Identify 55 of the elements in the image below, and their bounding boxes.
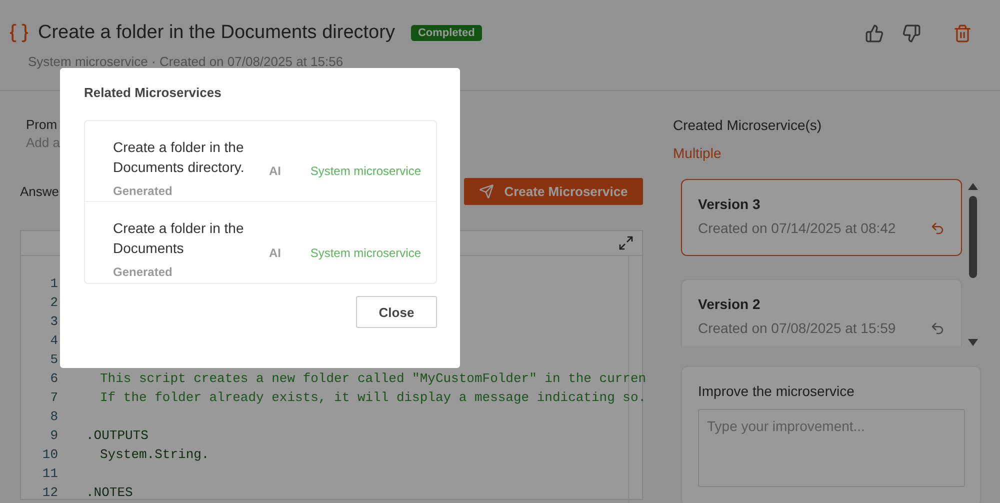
- improve-label: Improve the microservice: [698, 383, 856, 399]
- improvement-field[interactable]: Type your improvement...: [698, 409, 965, 487]
- code-line: .OUTPUTS: [86, 428, 148, 443]
- code-line: If the folder already exists, it will display a message indicating so.: [100, 390, 646, 405]
- thumbs-up-button[interactable]: [865, 24, 884, 42]
- scroll-up-icon[interactable]: [968, 183, 978, 190]
- microservice-item[interactable]: Create a folder in the Documents directory. AI System microservice Generated: [85, 121, 436, 202]
- line-number: 11: [41, 466, 58, 481]
- revert-icon[interactable]: [930, 320, 945, 336]
- line-number: 5: [49, 352, 58, 367]
- version-card[interactable]: Version 3 Created on 07/14/2025 at 08:42: [681, 179, 962, 256]
- generated-label: Generated: [113, 265, 174, 280]
- expand-icon[interactable]: [618, 235, 634, 251]
- created-label: Created Microservice(s): [673, 117, 823, 133]
- line-number: 7: [49, 390, 58, 405]
- revert-icon[interactable]: [930, 220, 945, 236]
- close-button[interactable]: Close: [356, 296, 437, 328]
- answer-label: Answe: [20, 184, 60, 199]
- line-number: 1: [49, 276, 58, 291]
- version-date: Created on 07/08/2025 at 15:59: [698, 320, 896, 336]
- code-line: This script creates a new folder called "MyCustomFolder" in the curren: [100, 371, 646, 386]
- page-title: Create a folder in the Documents directory: [38, 22, 395, 44]
- send-icon: [479, 184, 494, 199]
- dialog-title: Related Microservices: [84, 85, 222, 100]
- line-number: 9: [49, 428, 58, 443]
- version-date: Created on 07/14/2025 at 08:42: [698, 220, 896, 236]
- page-subtitle: System microservice · Created on 07/08/2025 at 15:56: [28, 54, 344, 69]
- line-number: 6: [49, 371, 58, 386]
- microservice-item[interactable]: Create a folder in the Documents AI System microservice Generated: [85, 202, 436, 283]
- generated-label: Generated: [113, 184, 174, 198]
- version-card[interactable]: Version 2 Created on 07/08/2025 at 15:59: [681, 279, 962, 346]
- scroll-down-icon[interactable]: [968, 339, 978, 346]
- item-type: System microservice: [310, 246, 421, 260]
- delete-button[interactable]: [953, 24, 972, 42]
- status-badge: Completed: [410, 25, 482, 41]
- version-name: Version 3: [698, 196, 762, 212]
- ai-label: AI: [269, 246, 282, 260]
- created-value: Multiple: [673, 145, 722, 161]
- line-number: 3: [49, 314, 58, 329]
- code-line: .NOTES: [86, 485, 133, 500]
- thumbs-down-button[interactable]: [902, 24, 921, 42]
- item-title: Create a folder in the Documents directory.: [113, 138, 246, 176]
- version-name: Version 2: [698, 296, 762, 312]
- line-number: 2: [49, 295, 58, 310]
- prompt-label: Prom: [26, 117, 58, 132]
- braces-icon: [8, 22, 30, 44]
- ai-label: AI: [269, 164, 282, 178]
- line-number: 8: [49, 409, 58, 424]
- scrollbar-thumb[interactable]: [969, 196, 977, 278]
- code-line: System.String.: [100, 447, 210, 462]
- line-number: 4: [49, 333, 58, 348]
- line-number: 12: [41, 485, 58, 500]
- item-type: System microservice: [310, 164, 421, 178]
- item-title: Create a folder in the Documents: [113, 218, 245, 258]
- line-number: 10: [41, 447, 58, 462]
